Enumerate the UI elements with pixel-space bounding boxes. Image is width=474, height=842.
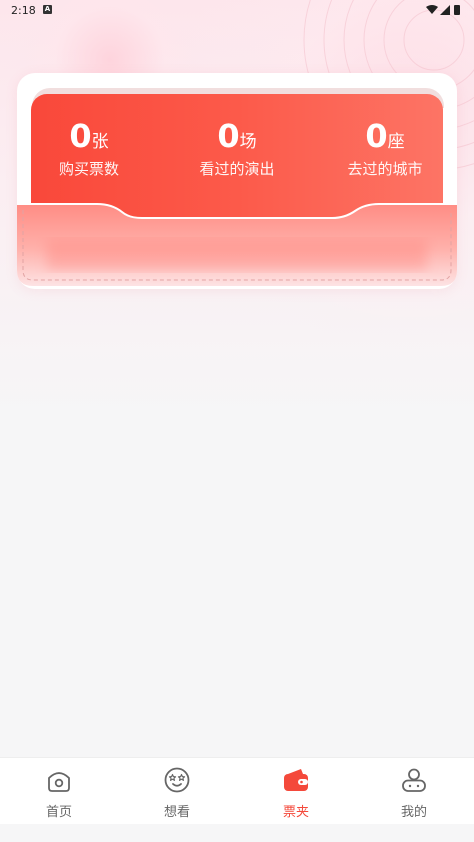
- card-pocket: [17, 203, 457, 286]
- nav-label-home: 首页: [45, 805, 72, 820]
- nav-label-wishlist: 想看: [163, 805, 190, 820]
- stat-shows: 0场 看过的演出: [172, 116, 302, 179]
- stat-tickets: 0张 购买票数: [24, 116, 154, 179]
- status-time: 2:18: [11, 4, 36, 17]
- battery-icon: [454, 5, 460, 15]
- wallet-icon: [284, 769, 308, 791]
- wifi-icon: [426, 5, 438, 14]
- nav-item-ticket-wallet[interactable]: 票夹: [256, 766, 336, 820]
- stat-cities: 0座 去过的城市: [320, 116, 450, 179]
- bottom-nav: 首页 想看 票夹 我的: [0, 757, 474, 824]
- nav-item-profile[interactable]: 我的: [374, 766, 454, 820]
- stat-tickets-unit: 张: [91, 132, 109, 152]
- nav-label-ticket-wallet: 票夹: [282, 805, 309, 820]
- stat-cities-unit: 座: [387, 132, 405, 152]
- signal-icon: [440, 5, 450, 15]
- star-eyes-face-icon: [164, 767, 190, 793]
- nav-label-profile: 我的: [400, 805, 427, 820]
- status-icons: [426, 5, 460, 15]
- stat-cities-label: 去过的城市: [347, 160, 423, 178]
- stat-cities-number: 0: [365, 117, 388, 155]
- stat-shows-number: 0: [217, 117, 240, 155]
- stat-shows-unit: 场: [239, 132, 257, 152]
- nav-item-wishlist[interactable]: 想看: [137, 766, 217, 820]
- stat-tickets-label: 购买票数: [58, 160, 119, 178]
- home-icon: [48, 772, 70, 792]
- stat-tickets-number: 0: [69, 117, 92, 155]
- profile-icon: [402, 768, 426, 792]
- status-bar: 2:18 A: [0, 0, 474, 22]
- nav-item-home[interactable]: 首页: [19, 766, 99, 820]
- stat-shows-label: 看过的演出: [199, 160, 275, 178]
- notification-badge: A: [43, 5, 52, 14]
